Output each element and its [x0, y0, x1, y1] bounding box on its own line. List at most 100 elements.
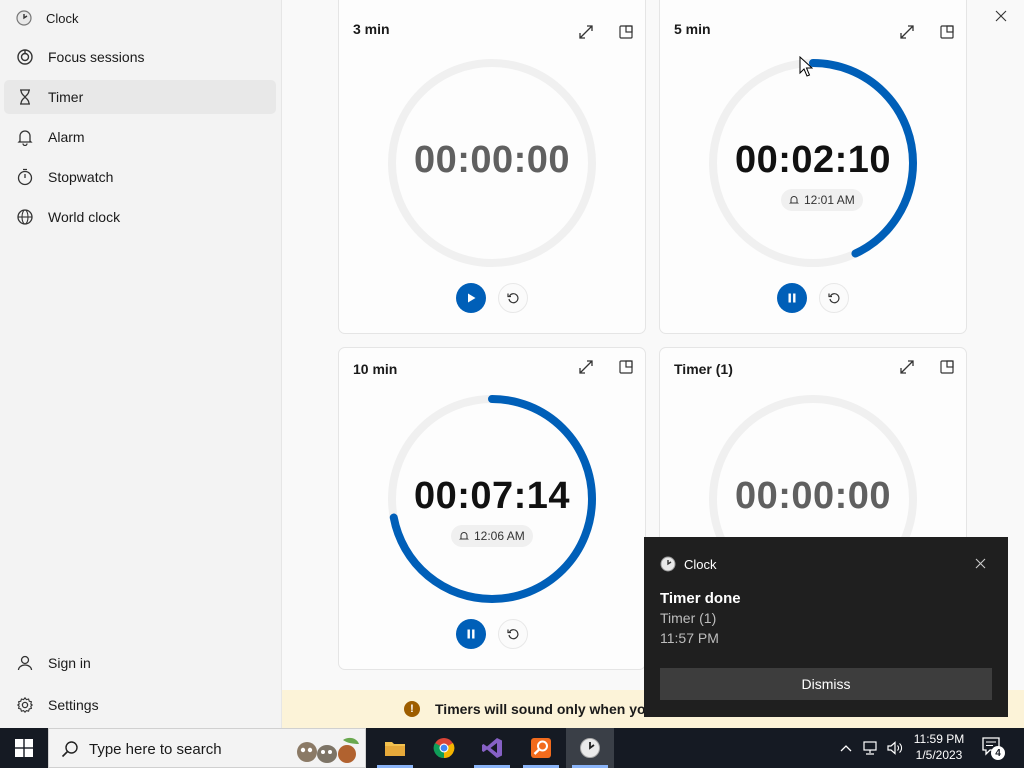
chrome-icon: [433, 738, 455, 759]
timer-card[interactable]: 3 min 00:00:00: [338, 0, 646, 334]
visual-studio-taskbar-button[interactable]: [468, 728, 516, 768]
alarm-time: 12:01 AM: [804, 193, 855, 207]
settings-button[interactable]: Settings: [4, 688, 276, 722]
taskbar-clock[interactable]: 11:59 PM 1/5/2023: [904, 731, 974, 763]
pause-icon: [788, 293, 796, 303]
sidebar-item-label: Stopwatch: [48, 169, 114, 185]
pause-icon: [467, 629, 475, 639]
gear-icon: [15, 695, 35, 715]
timer-time: 00:00:00: [413, 139, 571, 181]
sidebar-item-label: Focus sessions: [48, 49, 145, 65]
close-icon: [975, 558, 985, 568]
sidebar-item-timer[interactable]: Timer: [4, 80, 276, 114]
magnifier-app-icon: [531, 738, 551, 758]
taskbar: Type here to search 11:59 PM 1/5/2023 4: [0, 728, 1024, 768]
sidebar-item-label: World clock: [48, 209, 121, 225]
file-explorer-taskbar-button[interactable]: [371, 728, 419, 768]
sidebar-item-focus-sessions[interactable]: Focus sessions: [4, 40, 276, 74]
sign-in-button[interactable]: Sign in: [4, 646, 276, 680]
sidebar: Clock Focus sessions Timer Alarm Stopwat…: [0, 0, 282, 728]
settings-label: Settings: [48, 697, 99, 713]
action-center-button[interactable]: 4: [981, 736, 1007, 760]
timer-name: 5 min: [674, 21, 711, 37]
toast-close-button[interactable]: [972, 555, 988, 571]
alarm-time-badge: 12:06 AM: [451, 525, 533, 547]
pause-button[interactable]: [777, 283, 807, 313]
visual-studio-icon: [482, 738, 502, 758]
reset-button[interactable]: [819, 283, 849, 313]
alarm-time: 12:06 AM: [474, 529, 525, 543]
close-icon: [995, 10, 1007, 22]
windows-logo-icon: [15, 739, 33, 757]
reset-icon: [507, 293, 519, 304]
warning-icon: !: [404, 701, 420, 717]
toast-subtitle: Timer (1): [660, 610, 717, 626]
expand-icon[interactable]: [896, 21, 918, 43]
expand-icon[interactable]: [575, 21, 597, 43]
clock-app-icon: [16, 10, 32, 26]
toast-title: Timer done: [660, 590, 741, 607]
expand-icon[interactable]: [575, 356, 597, 378]
focus-icon: [15, 47, 35, 67]
close-button[interactable]: [978, 0, 1024, 32]
chrome-taskbar-button[interactable]: [420, 728, 468, 768]
start-button[interactable]: [456, 283, 486, 313]
banner-text: Timers will sound only when you: [435, 701, 655, 717]
keep-on-top-icon[interactable]: [936, 356, 958, 378]
globe-icon: [15, 207, 35, 227]
timer-time: 00:07:14: [413, 475, 571, 517]
start-button[interactable]: [0, 728, 48, 768]
notification-count-badge: 4: [991, 746, 1005, 760]
chevron-up-icon: [840, 745, 852, 752]
clock-app-icon: [660, 556, 676, 572]
taskbar-search-box[interactable]: Type here to search: [48, 728, 366, 768]
reset-button[interactable]: [498, 619, 528, 649]
alarm-time-badge: 12:01 AM: [781, 189, 863, 211]
network-icon[interactable]: [862, 739, 880, 757]
clock-app-icon: [580, 738, 600, 758]
taskbar-date: 1/5/2023: [915, 748, 963, 762]
search-highlight-icon: [297, 737, 359, 763]
sidebar-item-alarm[interactable]: Alarm: [4, 120, 276, 154]
stopwatch-icon: [15, 167, 35, 187]
sign-in-label: Sign in: [48, 655, 91, 671]
toast-time: 11:57 PM: [660, 630, 719, 646]
keep-on-top-icon[interactable]: [615, 21, 637, 43]
sidebar-item-label: Timer: [48, 89, 84, 105]
notification-toast[interactable]: Clock Timer done Timer (1) 11:57 PM Dism…: [644, 537, 1008, 717]
sidebar-item-label: Alarm: [48, 129, 85, 145]
dismiss-button[interactable]: Dismiss: [660, 668, 992, 700]
timer-card[interactable]: 10 min 00:07:14 12:06 AM: [338, 347, 646, 670]
play-icon: [468, 293, 476, 303]
bell-icon: [459, 532, 469, 540]
taskbar-time: 11:59 PM: [913, 732, 965, 746]
timer-name: 3 min: [353, 21, 390, 37]
reset-button[interactable]: [498, 283, 528, 313]
sidebar-item-world-clock[interactable]: World clock: [4, 200, 276, 234]
volume-icon[interactable]: [886, 739, 904, 757]
pause-button[interactable]: [456, 619, 486, 649]
keep-on-top-icon[interactable]: [936, 21, 958, 43]
person-icon: [15, 653, 35, 673]
timer-name: 10 min: [353, 361, 398, 377]
keep-on-top-icon[interactable]: [615, 356, 637, 378]
app-title: Clock: [46, 11, 79, 26]
folder-icon: [385, 742, 405, 756]
timer-name: Timer (1): [674, 361, 733, 377]
search-placeholder: Type here to search: [89, 741, 222, 758]
reset-icon: [507, 629, 519, 640]
search-app-taskbar-button[interactable]: [517, 728, 565, 768]
reset-icon: [828, 293, 840, 304]
timer-card[interactable]: 5 min 00:02:10 12:01 AM: [659, 0, 967, 334]
toast-app-name: Clock: [684, 557, 717, 572]
show-hidden-icons-button[interactable]: [838, 740, 854, 756]
sidebar-item-stopwatch[interactable]: Stopwatch: [4, 160, 276, 194]
timer-time: 00:02:10: [734, 139, 892, 181]
timer-time: 00:00:00: [734, 475, 892, 517]
clock-taskbar-button[interactable]: [566, 728, 614, 768]
mouse-cursor-icon: [799, 56, 813, 77]
bell-icon: [15, 127, 35, 147]
expand-icon[interactable]: [896, 356, 918, 378]
bell-icon: [789, 196, 799, 204]
hourglass-icon: [15, 87, 35, 107]
